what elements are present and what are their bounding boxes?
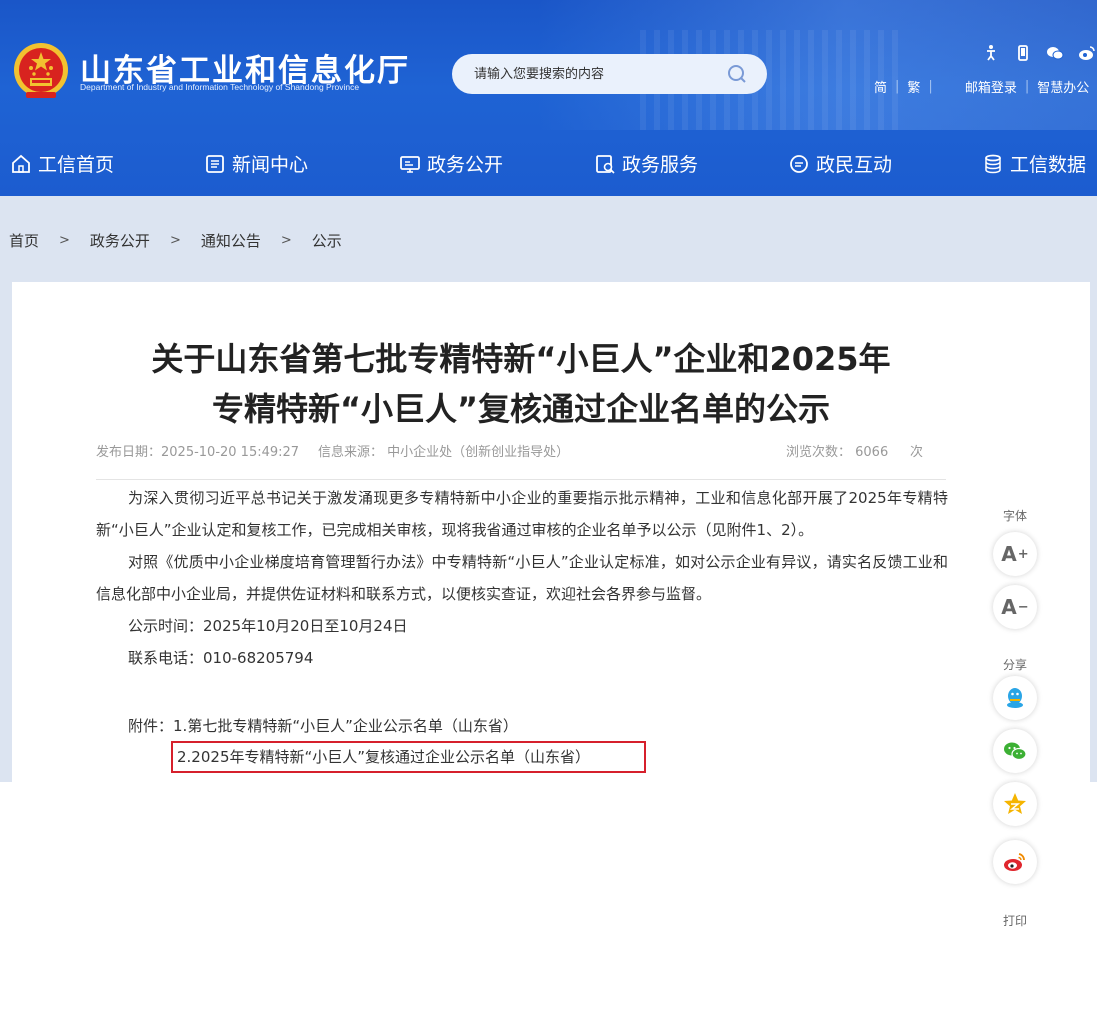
national-emblem-icon[interactable] [12,40,70,102]
database-icon [985,154,1001,173]
paragraph: 公示时间：2025年10月20日至10月24日 [128,617,408,635]
breadcrumb-separator: > [280,233,292,248]
service-icon [596,154,615,174]
top-links: 简 | 繁 | 邮箱登录 | 智慧办公 [874,77,1089,96]
article-title-line: 关于山东省第七批专精特新“小巨人”企业和2025年 [151,340,891,378]
breadcrumb-notices[interactable]: 通知公告 [201,230,261,251]
search-box [452,54,767,94]
paragraph: 联系电话：010-68205794 [128,649,314,667]
search-icon[interactable] [727,64,747,84]
divider: | [928,79,933,94]
paragraph: 对照《优质中小企业梯度培育管理暂行办法》中专精特新“小巨人”企业认定标准，如对公… [96,553,948,603]
nav-item-gov-affairs[interactable]: 政务公开 [399,150,503,177]
wechat-share-icon [1004,742,1027,761]
attachment-line-1: 附件：1.第七批专精特新“小巨人”企业公示名单（山东省） [128,710,518,742]
smart-office-link[interactable]: 智慧办公 [1037,77,1089,96]
nav-item-interaction[interactable]: 政民互动 [788,150,892,177]
breadcrumb-separator: > [59,233,70,248]
nav-item-home[interactable]: 工信首页 [10,150,114,177]
nav-item-data[interactable]: 工信数据 [982,150,1086,177]
page-side-band [0,282,12,782]
news-icon [206,154,224,173]
mobile-icon[interactable] [1014,44,1032,62]
share-weibo-button[interactable] [993,840,1037,884]
nav-label: 政务服务 [622,154,699,176]
top-icon-bar [982,44,1096,62]
nav-item-news[interactable]: 新闻中心 [204,150,308,177]
attachment-link-2[interactable]: 2.2025年专精特新“小巨人”复核通过企业公示名单（山东省） [177,748,590,766]
article-body: 为深入贯彻习近平总书记关于激发涌现更多专精特新中小企业的重要指示批示精神，工业和… [96,482,948,674]
home-icon [12,154,30,173]
breadcrumb-separator: > [169,233,181,248]
site-subtitle: Department of Industry and Information T… [80,82,360,92]
breadcrumb-publicity[interactable]: 公示 [312,230,342,251]
page-side-band [1090,282,1097,782]
minus-icon: − [1017,599,1029,615]
font-size-label: 字体 [1002,509,1027,523]
font-increase-label: A [1001,542,1017,566]
nav-label: 政务公开 [427,154,504,176]
article-title-line: 专精特新“小巨人”复核通过企业名单的公示 [211,390,831,428]
publish-date: 发布日期：2025-10-20 15:49:27 [96,445,300,460]
monitor-icon [400,155,420,173]
font-decrease-label: A [1001,595,1017,619]
nav-item-gov-services[interactable]: 政务服务 [594,150,698,177]
breadcrumb-gov-affairs[interactable]: 政务公开 [90,230,150,251]
qzone-icon [1004,793,1026,814]
qq-icon [1007,688,1023,708]
print-button[interactable]: 打印 [995,912,1035,929]
nav-label: 工信数据 [1010,154,1087,176]
article-title: 关于山东省第七批专精特新“小巨人”企业和2025年 专精特新“小巨人”复核通过企… [96,334,946,434]
weibo-share-icon [1004,853,1025,871]
divider [96,479,946,480]
view-count: 浏览次数： 6066 [786,445,889,460]
share-qzone-button[interactable] [993,782,1037,826]
font-decrease-button[interactable]: A − [993,585,1037,629]
view-count-unit: 次 [910,445,924,460]
share-qq-button[interactable] [993,676,1037,720]
mail-login-link[interactable]: 邮箱登录 [965,77,1017,96]
nav-label: 工信首页 [38,154,115,176]
paragraph: 为深入贯彻习近平总书记关于激发涌现更多专精特新中小企业的重要指示批示精神，工业和… [96,489,948,539]
share-wechat-button[interactable] [993,729,1037,773]
main-nav: 工信首页 新闻中心 政务公开 政务服务 政民互动 工信数据 [0,138,1097,190]
nav-label: 新闻中心 [232,154,309,176]
site-header: 山东省工业和信息化厅 Department of Industry and In… [0,0,1097,196]
breadcrumb-home[interactable]: 首页 [9,230,39,251]
chat-icon [790,154,808,173]
search-input[interactable] [474,64,714,84]
wechat-icon[interactable] [1046,44,1064,62]
accessibility-icon[interactable] [982,44,1000,62]
divider: | [895,79,900,94]
traditional-chinese-link[interactable]: 繁 [907,77,920,96]
plus-icon: + [1017,546,1029,562]
share-label: 分享 [1002,658,1027,672]
breadcrumb: 首页 > 政务公开 > 通知公告 > 公示 [9,230,342,251]
divider: | [1024,79,1030,94]
attachment-prefix: 附件： [128,717,174,735]
simplified-chinese-link[interactable]: 简 [874,77,887,96]
attachment-link-1[interactable]: 1.第七批专精特新“小巨人”企业公示名单（山东省） [173,717,518,735]
font-increase-button[interactable]: A + [993,532,1037,576]
weibo-icon[interactable] [1078,44,1096,62]
info-source: 信息来源： 中小企业处（创新创业指导处） [318,445,570,460]
nav-label: 政民互动 [816,154,893,176]
attachment-highlight-box: 2.2025年专精特新“小巨人”复核通过企业公示名单（山东省） [171,741,646,773]
